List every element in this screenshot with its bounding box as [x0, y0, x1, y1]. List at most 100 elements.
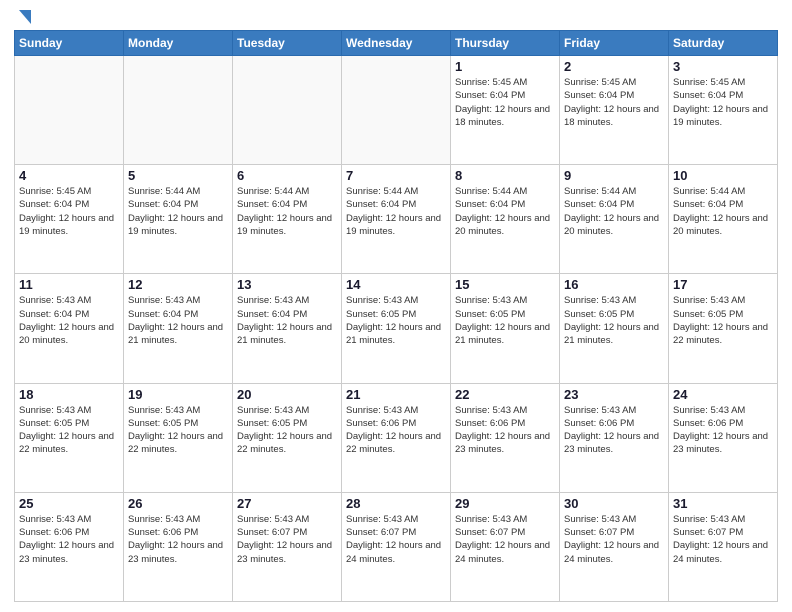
day-cell: 28 Sunrise: 5:43 AM Sunset: 6:07 PM Dayli… — [342, 492, 451, 601]
day-number: 4 — [19, 168, 119, 183]
day-number: 11 — [19, 277, 119, 292]
header-thursday: Thursday — [451, 31, 560, 56]
day-cell: 25 Sunrise: 5:43 AM Sunset: 6:06 PM Dayli… — [15, 492, 124, 601]
day-info: Sunrise: 5:43 AM Sunset: 6:04 PM Dayligh… — [19, 294, 119, 347]
day-number: 15 — [455, 277, 555, 292]
day-cell: 10 Sunrise: 5:44 AM Sunset: 6:04 PM Dayli… — [669, 165, 778, 274]
day-info: Sunrise: 5:43 AM Sunset: 6:05 PM Dayligh… — [346, 294, 446, 347]
day-cell: 29 Sunrise: 5:43 AM Sunset: 6:07 PM Dayli… — [451, 492, 560, 601]
week-row-1: 1 Sunrise: 5:45 AM Sunset: 6:04 PM Daylig… — [15, 56, 778, 165]
day-info: Sunrise: 5:45 AM Sunset: 6:04 PM Dayligh… — [455, 76, 555, 129]
day-number: 6 — [237, 168, 337, 183]
day-cell: 18 Sunrise: 5:43 AM Sunset: 6:05 PM Dayli… — [15, 383, 124, 492]
header — [14, 10, 778, 24]
day-cell: 7 Sunrise: 5:44 AM Sunset: 6:04 PM Daylig… — [342, 165, 451, 274]
day-cell: 27 Sunrise: 5:43 AM Sunset: 6:07 PM Dayli… — [233, 492, 342, 601]
day-cell: 16 Sunrise: 5:43 AM Sunset: 6:05 PM Dayli… — [560, 274, 669, 383]
week-row-2: 4 Sunrise: 5:45 AM Sunset: 6:04 PM Daylig… — [15, 165, 778, 274]
day-cell — [342, 56, 451, 165]
day-number: 20 — [237, 387, 337, 402]
day-info: Sunrise: 5:43 AM Sunset: 6:06 PM Dayligh… — [128, 513, 228, 566]
day-number: 10 — [673, 168, 773, 183]
day-info: Sunrise: 5:43 AM Sunset: 6:07 PM Dayligh… — [564, 513, 664, 566]
day-cell: 19 Sunrise: 5:43 AM Sunset: 6:05 PM Dayli… — [124, 383, 233, 492]
day-info: Sunrise: 5:43 AM Sunset: 6:06 PM Dayligh… — [455, 404, 555, 457]
week-row-5: 25 Sunrise: 5:43 AM Sunset: 6:06 PM Dayli… — [15, 492, 778, 601]
page: SundayMondayTuesdayWednesdayThursdayFrid… — [0, 0, 792, 612]
header-friday: Friday — [560, 31, 669, 56]
day-cell: 30 Sunrise: 5:43 AM Sunset: 6:07 PM Dayli… — [560, 492, 669, 601]
day-info: Sunrise: 5:43 AM Sunset: 6:05 PM Dayligh… — [19, 404, 119, 457]
day-number: 1 — [455, 59, 555, 74]
day-number: 18 — [19, 387, 119, 402]
logo — [14, 10, 31, 24]
day-number: 23 — [564, 387, 664, 402]
day-cell: 17 Sunrise: 5:43 AM Sunset: 6:05 PM Dayli… — [669, 274, 778, 383]
day-cell — [15, 56, 124, 165]
day-cell: 20 Sunrise: 5:43 AM Sunset: 6:05 PM Dayli… — [233, 383, 342, 492]
day-info: Sunrise: 5:45 AM Sunset: 6:04 PM Dayligh… — [19, 185, 119, 238]
day-cell: 12 Sunrise: 5:43 AM Sunset: 6:04 PM Dayli… — [124, 274, 233, 383]
day-number: 2 — [564, 59, 664, 74]
day-info: Sunrise: 5:43 AM Sunset: 6:05 PM Dayligh… — [455, 294, 555, 347]
day-number: 28 — [346, 496, 446, 511]
day-info: Sunrise: 5:43 AM Sunset: 6:06 PM Dayligh… — [673, 404, 773, 457]
day-cell: 31Sunrise: 5:43 AM Sunset: 6:07 PM Dayli… — [669, 492, 778, 601]
day-info: Sunrise: 5:45 AM Sunset: 6:04 PM Dayligh… — [564, 76, 664, 129]
header-wednesday: Wednesday — [342, 31, 451, 56]
day-info: Sunrise: 5:44 AM Sunset: 6:04 PM Dayligh… — [128, 185, 228, 238]
day-cell: 6 Sunrise: 5:44 AM Sunset: 6:04 PM Daylig… — [233, 165, 342, 274]
day-cell: 8Sunrise: 5:44 AM Sunset: 6:04 PM Daylig… — [451, 165, 560, 274]
day-info: Sunrise: 5:44 AM Sunset: 6:04 PM Dayligh… — [237, 185, 337, 238]
day-cell: 4 Sunrise: 5:45 AM Sunset: 6:04 PM Daylig… — [15, 165, 124, 274]
day-info: Sunrise: 5:43 AM Sunset: 6:07 PM Dayligh… — [346, 513, 446, 566]
day-info: Sunrise: 5:43 AM Sunset: 6:07 PM Dayligh… — [673, 513, 773, 566]
day-cell — [233, 56, 342, 165]
header-saturday: Saturday — [669, 31, 778, 56]
day-cell: 15 Sunrise: 5:43 AM Sunset: 6:05 PM Dayli… — [451, 274, 560, 383]
day-cell: 5Sunrise: 5:44 AM Sunset: 6:04 PM Daylig… — [124, 165, 233, 274]
day-info: Sunrise: 5:43 AM Sunset: 6:06 PM Dayligh… — [564, 404, 664, 457]
day-info: Sunrise: 5:43 AM Sunset: 6:06 PM Dayligh… — [19, 513, 119, 566]
day-info: Sunrise: 5:44 AM Sunset: 6:04 PM Dayligh… — [564, 185, 664, 238]
day-number: 29 — [455, 496, 555, 511]
day-cell: 14Sunrise: 5:43 AM Sunset: 6:05 PM Dayli… — [342, 274, 451, 383]
day-info: Sunrise: 5:43 AM Sunset: 6:07 PM Dayligh… — [237, 513, 337, 566]
day-cell: 22Sunrise: 5:43 AM Sunset: 6:06 PM Dayli… — [451, 383, 560, 492]
day-info: Sunrise: 5:44 AM Sunset: 6:04 PM Dayligh… — [346, 185, 446, 238]
day-cell: 26Sunrise: 5:43 AM Sunset: 6:06 PM Dayli… — [124, 492, 233, 601]
day-cell — [124, 56, 233, 165]
day-cell: 21 Sunrise: 5:43 AM Sunset: 6:06 PM Dayli… — [342, 383, 451, 492]
day-number: 16 — [564, 277, 664, 292]
day-number: 7 — [346, 168, 446, 183]
day-number: 8 — [455, 168, 555, 183]
day-number: 27 — [237, 496, 337, 511]
day-cell: 23 Sunrise: 5:43 AM Sunset: 6:06 PM Dayli… — [560, 383, 669, 492]
day-number: 17 — [673, 277, 773, 292]
day-number: 12 — [128, 277, 228, 292]
day-info: Sunrise: 5:43 AM Sunset: 6:05 PM Dayligh… — [237, 404, 337, 457]
day-number: 9 — [564, 168, 664, 183]
week-row-4: 18 Sunrise: 5:43 AM Sunset: 6:05 PM Dayli… — [15, 383, 778, 492]
day-info: Sunrise: 5:43 AM Sunset: 6:07 PM Dayligh… — [455, 513, 555, 566]
day-cell: 2 Sunrise: 5:45 AM Sunset: 6:04 PM Daylig… — [560, 56, 669, 165]
day-cell: 1 Sunrise: 5:45 AM Sunset: 6:04 PM Daylig… — [451, 56, 560, 165]
day-cell: 24 Sunrise: 5:43 AM Sunset: 6:06 PM Dayli… — [669, 383, 778, 492]
day-number: 21 — [346, 387, 446, 402]
day-number: 24 — [673, 387, 773, 402]
day-info: Sunrise: 5:44 AM Sunset: 6:04 PM Dayligh… — [673, 185, 773, 238]
day-cell: 11 Sunrise: 5:43 AM Sunset: 6:04 PM Dayli… — [15, 274, 124, 383]
day-number: 19 — [128, 387, 228, 402]
day-number: 30 — [564, 496, 664, 511]
day-cell: 13Sunrise: 5:43 AM Sunset: 6:04 PM Dayli… — [233, 274, 342, 383]
day-number: 25 — [19, 496, 119, 511]
day-info: Sunrise: 5:43 AM Sunset: 6:05 PM Dayligh… — [128, 404, 228, 457]
day-info: Sunrise: 5:43 AM Sunset: 6:05 PM Dayligh… — [564, 294, 664, 347]
day-cell: 3Sunrise: 5:45 AM Sunset: 6:04 PM Daylig… — [669, 56, 778, 165]
day-number: 13 — [237, 277, 337, 292]
header-tuesday: Tuesday — [233, 31, 342, 56]
day-info: Sunrise: 5:43 AM Sunset: 6:05 PM Dayligh… — [673, 294, 773, 347]
day-info: Sunrise: 5:43 AM Sunset: 6:04 PM Dayligh… — [128, 294, 228, 347]
week-row-3: 11 Sunrise: 5:43 AM Sunset: 6:04 PM Dayli… — [15, 274, 778, 383]
day-info: Sunrise: 5:43 AM Sunset: 6:06 PM Dayligh… — [346, 404, 446, 457]
